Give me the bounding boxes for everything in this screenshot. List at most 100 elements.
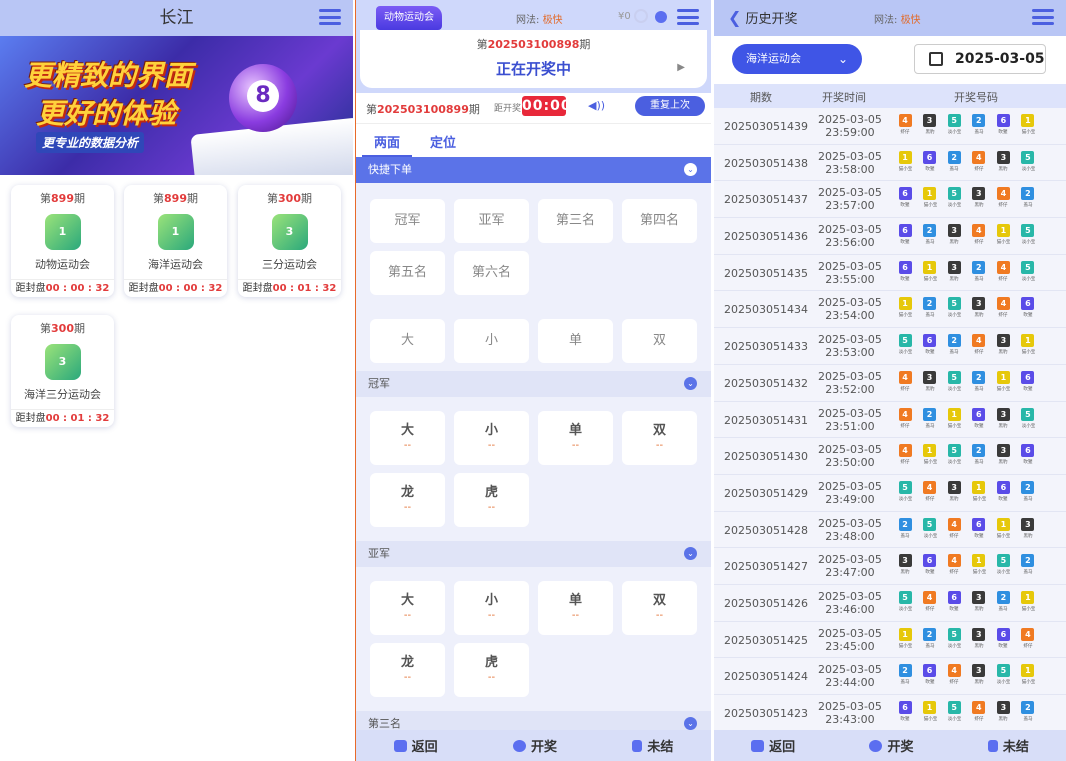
bet-option-button[interactable]: 小 --: [454, 411, 529, 465]
collapse-icon[interactable]: ⌄: [684, 717, 697, 730]
number-ball: 4 虾仔: [898, 444, 912, 465]
play-mode[interactable]: 网法: 极快: [874, 11, 921, 26]
table-row[interactable]: 202503051424 2025-03-05 23:44:00 2 盖马 6 吹猩 4 虾仔 3…: [714, 658, 1066, 695]
game-card[interactable]: 第300期 3 海洋三分运动会 距封盘00 : 01 : 32: [11, 315, 114, 427]
quick-position-button[interactable]: 第四名: [622, 199, 697, 243]
quick-position-button[interactable]: 冠军: [370, 199, 445, 243]
number-ball: 1 猫小宝: [898, 297, 913, 319]
bet-option-odds: --: [655, 610, 664, 621]
unsettled-button[interactable]: 未结: [632, 736, 673, 755]
bet-header: 动物运动会 网法: 极快 ¥0 第202503100898期 正在开奖中 ▶: [356, 0, 711, 93]
quick-position-button[interactable]: 第六名: [454, 251, 529, 295]
unsettled-button[interactable]: 未结: [987, 736, 1029, 755]
back-link[interactable]: ❮ 历史开奖: [728, 8, 798, 27]
back-button[interactable]: 返回: [751, 736, 795, 755]
game-card[interactable]: 第899期 1 海洋运动会 距封盘00 : 00 : 32: [124, 185, 227, 297]
table-row[interactable]: 202503051436 2025-03-05 23:56:00 6 吹猩 2 盖马 3 黑豹 4…: [714, 218, 1066, 255]
play-arrow-icon[interactable]: ▶: [677, 62, 685, 73]
play-mode[interactable]: 网法: 极快: [516, 11, 563, 26]
menu-icon[interactable]: [1032, 9, 1054, 25]
number-ball: 5 淡小宝: [947, 701, 962, 722]
bet-option-button[interactable]: 大 --: [370, 411, 445, 465]
menu-icon[interactable]: [319, 9, 341, 25]
table-row[interactable]: 202503051425 2025-03-05 23:45:00 1 猫小宝 2 盖马 5 淡小…: [714, 621, 1066, 659]
refresh-icon[interactable]: [634, 9, 648, 23]
bet-option-label: 大: [400, 593, 414, 608]
row-numbers: 1 猫小宝 2 盖马 5 淡小宝 3 黑豹 6 吹猩 4 虾仔: [898, 627, 1035, 649]
game-select[interactable]: 海洋运动会 ⌄: [732, 44, 862, 74]
collapse-icon[interactable]: ⌄: [684, 547, 697, 560]
quick-option-button[interactable]: 单: [538, 319, 613, 363]
back-button[interactable]: 返回: [393, 736, 438, 755]
table-row[interactable]: 202503051427 2025-03-05 23:47:00 3 黑豹 6 吹猩 4 虾仔 1…: [714, 548, 1066, 585]
repeat-last-button[interactable]: 重复上次: [635, 96, 705, 116]
table-row[interactable]: 202503051426 2025-03-05 23:46:00 5 淡小宝 4 虾仔 6 吹猩…: [714, 584, 1066, 622]
game-name: 海洋三分运动会: [24, 388, 101, 401]
collapse-icon[interactable]: ⌄: [684, 377, 697, 390]
lottery-ball-graphic: 8: [229, 64, 297, 132]
date-picker[interactable]: 2025-03-05: [914, 44, 1046, 74]
bet-option-button[interactable]: 双 --: [622, 581, 697, 635]
row-period: 202503051426: [724, 596, 808, 610]
promo-banner[interactable]: 8 更精致的界面 更好的体验 更专业的数据分析: [0, 36, 353, 175]
results-button[interactable]: 开奖: [869, 736, 914, 755]
bet-option-button[interactable]: 龙 --: [370, 473, 445, 527]
number-ball: 3 黑豹: [996, 334, 1010, 355]
bet-option-odds: --: [403, 502, 412, 513]
number-ball: 4 虾仔: [898, 370, 912, 392]
table-row[interactable]: 202503051428 2025-03-05 23:48:00 2 盖马 5 淡小宝 4 虾仔…: [714, 511, 1066, 549]
game-logo-icon: 1: [44, 214, 81, 250]
quick-position-button[interactable]: 第三名: [538, 199, 613, 243]
table-row[interactable]: 202503051430 2025-03-05 23:50:00 4 虾仔 1 猫小宝 5 淡小…: [714, 438, 1066, 475]
table-row[interactable]: 202503051423 2025-03-05 23:43:00 6 吹猩 1 猫小宝 5 淡小…: [714, 695, 1066, 732]
row-period: 202503051432: [724, 376, 808, 390]
table-row[interactable]: 202503051437 2025-03-05 23:57:00 6 吹猩 1 猫小宝 5 淡小…: [714, 181, 1066, 219]
game-card[interactable]: 第899期 1 动物运动会 距封盘00 : 00 : 32: [11, 185, 114, 297]
status-dot-icon[interactable]: [655, 11, 667, 23]
number-ball: 4 虾仔: [972, 334, 986, 355]
volume-icon[interactable]: ◀)): [588, 99, 605, 112]
quick-option-button[interactable]: 小: [454, 319, 529, 363]
tab-position[interactable]: 定位: [430, 132, 456, 151]
calendar-icon: [929, 52, 943, 66]
collapse-icon[interactable]: ⌄: [684, 163, 697, 176]
table-row[interactable]: 202503051438 2025-03-05 23:58:00 1 猫小宝 6 吹猩 2 盖马…: [714, 144, 1066, 182]
table-row[interactable]: 202503051433 2025-03-05 23:53:00 5 淡小宝 6 吹猩 2 盖马…: [714, 328, 1066, 365]
table-row[interactable]: 202503051435 2025-03-05 23:55:00 6 吹猩 1 猫小宝 3 黑豹…: [714, 254, 1066, 292]
table-row[interactable]: 202503051434 2025-03-05 23:54:00 1 猫小宝 2 盖马 5 淡小…: [714, 291, 1066, 329]
bet-option-button[interactable]: 单 --: [538, 411, 613, 465]
bet-option-button[interactable]: 大 --: [370, 581, 445, 635]
quick-option-button[interactable]: 双: [622, 319, 697, 363]
section-header[interactable]: 快捷下单 ⌄: [356, 157, 711, 183]
number-ball: 3 黑豹: [972, 297, 986, 319]
bet-option-button[interactable]: 虎 --: [454, 473, 529, 527]
tab-two-sides[interactable]: 两面: [374, 132, 400, 151]
chevron-down-icon: ⌄: [837, 52, 848, 66]
number-ball: 5 淡小宝: [947, 444, 962, 465]
number-ball: 1 猫小宝: [996, 224, 1011, 245]
number-ball: 4 虾仔: [923, 480, 937, 502]
game-card[interactable]: 第300期 3 三分运动会 距封盘00 : 01 : 32: [238, 185, 341, 297]
menu-icon[interactable]: [677, 9, 699, 25]
table-row[interactable]: 202503051432 2025-03-05 23:52:00 4 虾仔 3 黑豹 5 淡小宝…: [714, 364, 1066, 402]
lobby-header: 长江: [0, 0, 353, 36]
game-tab[interactable]: 动物运动会: [376, 6, 442, 30]
results-button[interactable]: 开奖: [512, 736, 557, 755]
quick-position-button[interactable]: 亚军: [454, 199, 529, 243]
table-row[interactable]: 202503051429 2025-03-05 23:49:00 5 淡小宝 4 虾仔 3 黑豹…: [714, 474, 1066, 512]
bet-option-button[interactable]: 虎 --: [454, 643, 529, 697]
bet-option-button[interactable]: 单 --: [538, 581, 613, 635]
table-row[interactable]: 202503051439 2025-03-05 23:59:00 4 虾仔 3 黑豹 5 淡小宝…: [714, 108, 1066, 145]
quick-position-button[interactable]: 第五名: [370, 251, 445, 295]
quick-option-button[interactable]: 大: [370, 319, 445, 363]
bet-option-button[interactable]: 龙 --: [370, 643, 445, 697]
bet-option-button[interactable]: 小 --: [454, 581, 529, 635]
row-time: 2025-03-05 23:53:00: [818, 333, 882, 360]
game-period: 第300期: [40, 322, 85, 335]
table-row[interactable]: 202503051431 2025-03-05 23:51:00 4 虾仔 2 盖马 1 猫小宝…: [714, 401, 1066, 439]
number-ball: 2 盖马: [923, 297, 937, 319]
section-header[interactable]: 亚军 ⌄: [356, 541, 711, 567]
game-countdown: 距封盘00 : 01 : 32: [11, 409, 114, 427]
section-header[interactable]: 冠军 ⌄: [356, 371, 711, 397]
bet-option-button[interactable]: 双 --: [622, 411, 697, 465]
